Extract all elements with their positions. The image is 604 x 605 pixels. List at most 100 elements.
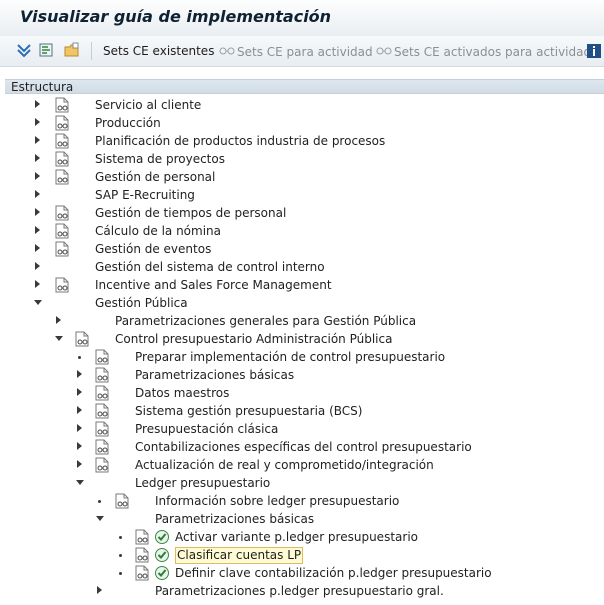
tree-node-label: Información sobre ledger presupuestario bbox=[155, 494, 400, 508]
sub-tree-icon[interactable] bbox=[38, 42, 54, 58]
tree-node[interactable]: Datos maestros bbox=[5, 384, 604, 402]
collapse-arrow-icon[interactable] bbox=[34, 300, 42, 305]
expand-arrow-icon[interactable] bbox=[97, 586, 102, 594]
tree-node[interactable]: Actualización de real y comprometido/int… bbox=[5, 456, 604, 474]
tree-node-label: Incentive and Sales Force Management bbox=[95, 278, 332, 292]
tree-node[interactable]: Control presupuestario Administración Pú… bbox=[5, 330, 604, 348]
toolbar-separator bbox=[91, 42, 92, 60]
expand-arrow-icon[interactable] bbox=[35, 154, 40, 162]
documentation-icon[interactable] bbox=[55, 241, 69, 257]
collapse-arrow-icon[interactable] bbox=[76, 480, 84, 485]
expand-arrow-icon[interactable] bbox=[77, 424, 82, 432]
execute-activity-icon[interactable] bbox=[154, 547, 170, 563]
expand-arrow-icon[interactable] bbox=[35, 208, 40, 216]
tree-node[interactable]: Parametrizaciones básicas bbox=[5, 366, 604, 384]
expand-arrow-icon[interactable] bbox=[56, 316, 61, 324]
documentation-icon[interactable] bbox=[95, 457, 109, 473]
tree-node[interactable]: Parametrizaciones básicas bbox=[5, 510, 604, 528]
sets-activity-label: Sets CE para actividad bbox=[237, 45, 373, 59]
execute-activity-icon[interactable] bbox=[154, 565, 170, 581]
expand-all-icon[interactable] bbox=[16, 42, 32, 58]
tree-node[interactable]: Cálculo de la nómina bbox=[5, 222, 604, 240]
tree-node-label: Gestión del sistema de control interno bbox=[95, 260, 325, 274]
collapse-arrow-icon[interactable] bbox=[96, 516, 104, 521]
tree-node-label: Definir clave contabilización p.ledger p… bbox=[175, 566, 492, 580]
expand-arrow-icon[interactable] bbox=[35, 136, 40, 144]
tree-node[interactable]: Gestión de eventos bbox=[5, 240, 604, 258]
tree-node[interactable]: Preparar implementación de control presu… bbox=[5, 348, 604, 366]
documentation-icon[interactable] bbox=[95, 349, 109, 365]
expand-arrow-icon[interactable] bbox=[35, 100, 40, 108]
documentation-icon[interactable] bbox=[55, 169, 69, 185]
documentation-icon[interactable] bbox=[95, 439, 109, 455]
tree-node[interactable]: SAP E-Recruiting bbox=[5, 186, 604, 204]
expand-arrow-icon[interactable] bbox=[77, 406, 82, 414]
tree-node[interactable]: Sistema gestión presupuestaria (BCS) bbox=[5, 402, 604, 420]
tree-node[interactable]: Planificación de productos industria de … bbox=[5, 132, 604, 150]
tree-node[interactable]: Presupuestación clásica bbox=[5, 420, 604, 438]
tree-node-label: Contabilizaciones específicas del contro… bbox=[135, 440, 472, 454]
expand-arrow-icon[interactable] bbox=[35, 190, 40, 198]
execute-activity-icon[interactable] bbox=[154, 529, 170, 545]
expand-arrow-icon[interactable] bbox=[35, 280, 40, 288]
tree-node[interactable]: Producción bbox=[5, 114, 604, 132]
tree-node[interactable]: Incentive and Sales Force Management bbox=[5, 276, 604, 294]
tree-node[interactable]: Parametrizaciones p.ledger presupuestari… bbox=[5, 582, 604, 600]
expand-arrow-icon[interactable] bbox=[77, 388, 82, 396]
window-title: Visualizar guía de implementación bbox=[20, 7, 332, 26]
tree-node-label: Sistema de proyectos bbox=[95, 152, 225, 166]
expand-arrow-icon[interactable] bbox=[35, 172, 40, 180]
tree-node[interactable]: Ledger presupuestario bbox=[5, 474, 604, 492]
sets-existing-button[interactable]: Sets CE existentes bbox=[103, 44, 214, 58]
info-icon[interactable] bbox=[586, 43, 602, 59]
tree-node-label: Planificación de productos industria de … bbox=[95, 134, 386, 148]
tree-node[interactable]: Servicio al cliente bbox=[5, 96, 604, 114]
leaf-bullet-icon bbox=[119, 572, 122, 575]
documentation-icon[interactable] bbox=[135, 547, 149, 563]
documentation-icon[interactable] bbox=[95, 367, 109, 383]
tree-node-label: Control presupuestario Administración Pú… bbox=[115, 332, 393, 346]
tree-node[interactable]: Clasificar cuentas LP bbox=[5, 546, 604, 564]
expand-arrow-icon[interactable] bbox=[77, 370, 82, 378]
tree-node[interactable]: Gestión de tiempos de personal bbox=[5, 204, 604, 222]
documentation-icon[interactable] bbox=[135, 565, 149, 581]
documentation-icon[interactable] bbox=[55, 97, 69, 113]
collapse-arrow-icon[interactable] bbox=[55, 336, 63, 341]
documentation-icon[interactable] bbox=[115, 493, 129, 509]
tree-node[interactable]: Gestión de personal bbox=[5, 168, 604, 186]
tree-node[interactable]: Contabilizaciones específicas del contro… bbox=[5, 438, 604, 456]
folder-icon[interactable] bbox=[64, 42, 80, 58]
documentation-icon[interactable] bbox=[55, 205, 69, 221]
documentation-icon[interactable] bbox=[75, 331, 89, 347]
tree-node[interactable]: Gestión del sistema de control interno bbox=[5, 258, 604, 276]
tree-node-label: Producción bbox=[95, 116, 161, 130]
glasses-icon bbox=[219, 44, 235, 59]
documentation-icon[interactable] bbox=[135, 529, 149, 545]
column-header-label: Estructura bbox=[11, 80, 74, 94]
tree-node[interactable]: Gestión Pública bbox=[5, 294, 604, 312]
expand-arrow-icon[interactable] bbox=[35, 118, 40, 126]
documentation-icon[interactable] bbox=[55, 133, 69, 149]
documentation-icon[interactable] bbox=[55, 277, 69, 293]
expand-arrow-icon[interactable] bbox=[35, 244, 40, 252]
glasses-icon bbox=[376, 44, 392, 59]
documentation-icon[interactable] bbox=[95, 421, 109, 437]
tree-node[interactable]: Sistema de proyectos bbox=[5, 150, 604, 168]
sets-activated-button[interactable]: Sets CE activados para actividad bbox=[376, 44, 591, 59]
tree-node[interactable]: Activar variante p.ledger presupuestario bbox=[5, 528, 604, 546]
documentation-icon[interactable] bbox=[95, 403, 109, 419]
tree-node[interactable]: Definir clave contabilización p.ledger p… bbox=[5, 564, 604, 582]
application-toolbar: Sets CE existentes Sets CE para activida… bbox=[0, 36, 604, 67]
documentation-icon[interactable] bbox=[55, 115, 69, 131]
tree-node[interactable]: Información sobre ledger presupuestario bbox=[5, 492, 604, 510]
sets-activity-button[interactable]: Sets CE para actividad bbox=[219, 44, 373, 59]
documentation-icon[interactable] bbox=[55, 151, 69, 167]
expand-arrow-icon[interactable] bbox=[77, 460, 82, 468]
expand-arrow-icon[interactable] bbox=[35, 226, 40, 234]
expand-arrow-icon[interactable] bbox=[77, 442, 82, 450]
expand-arrow-icon[interactable] bbox=[35, 262, 40, 270]
tree-node[interactable]: Parametrizaciones generales para Gestión… bbox=[5, 312, 604, 330]
documentation-icon[interactable] bbox=[55, 223, 69, 239]
documentation-icon[interactable] bbox=[95, 385, 109, 401]
tree-node-label: Servicio al cliente bbox=[95, 98, 202, 112]
